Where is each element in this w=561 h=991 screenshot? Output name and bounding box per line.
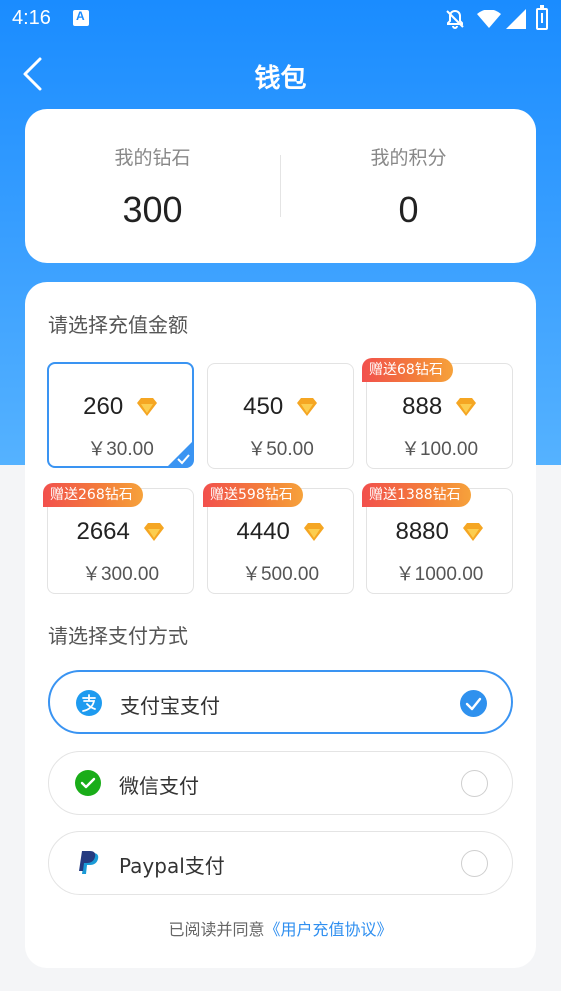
diamond-icon [143,522,164,541]
package-price: ￥50.00 [247,439,314,460]
wechat-pay-icon [75,770,101,796]
recharge-section-title: 请选择充值金额 [48,313,188,337]
package-amount: 888 [367,392,512,421]
payment-option-alipay[interactable]: 支付宝支付 [48,670,513,734]
package-amount: 260 [49,392,192,421]
package-amount-value: 4440 [236,517,290,545]
selected-check-icon [167,441,193,467]
package-amount-value: 2664 [76,517,130,545]
agreement-prefix: 已阅读并同意 [168,920,265,939]
package-price: ￥500.00 [241,564,320,585]
package-amount-value: 260 [83,392,124,420]
package-price: ￥300.00 [81,564,160,585]
recharge-card: 请选择充值金额 260 ￥30.00 450 ￥50.00 赠送68钻石 888… [25,282,536,968]
package-option-8880[interactable]: 赠送1388钻石 8880 ￥1000.00 [362,483,513,594]
diamonds-value: 300 [122,189,183,230]
paypal-icon [79,851,99,874]
diamond-icon [136,397,157,416]
payment-option-wechat[interactable]: 微信支付 [48,751,513,815]
notifications-off-icon [446,9,464,29]
page-title: 钱包 [254,64,307,94]
package-option-888[interactable]: 赠送68钻石 888 ￥100.00 [362,358,513,469]
recharge-agreement-link[interactable]: 《用户充值协议》 [265,920,393,939]
package-amount-value: 450 [243,392,284,420]
diamond-icon [303,522,324,541]
diamond-icon [455,397,476,416]
package-amount-value: 888 [402,392,443,420]
diamonds-stat: 我的钻石 300 [25,109,280,263]
app-notification-icon [73,9,89,26]
diamond-icon [296,397,317,416]
cell-signal-icon [506,9,526,29]
package-option-4440[interactable]: 赠送598钻石 4440 ￥500.00 [203,483,354,594]
agreement-text: 已阅读并同意《用户充值协议》 [25,916,536,940]
wifi-icon [477,10,501,28]
status-bar: 4:16 [0,0,561,38]
nav-bar: 钱包 [0,38,561,108]
diamond-icon [462,522,483,541]
payment-section-title: 请选择支付方式 [48,624,188,648]
package-price: ￥100.00 [400,439,479,460]
package-option-450[interactable]: 450 ￥50.00 [207,363,354,469]
points-value: 0 [398,189,419,230]
package-option-2664[interactable]: 赠送268钻石 2664 ￥300.00 [43,483,194,594]
diamonds-label: 我的钻石 [114,147,191,169]
battery-icon [536,5,548,30]
payment-label: 微信支付 [119,774,199,798]
points-label: 我的积分 [370,147,447,169]
package-price: ￥1000.00 [395,564,484,585]
package-amount: 2664 [48,517,193,546]
package-amount: 4440 [208,517,353,546]
bonus-badge: 赠送1388钻石 [362,483,471,507]
radio-unchecked-icon[interactable] [461,770,488,797]
radio-checked-icon[interactable] [460,690,487,717]
package-option-260[interactable]: 260 ￥30.00 [47,362,194,468]
bonus-badge: 赠送68钻石 [362,358,453,382]
package-amount: 8880 [367,517,512,546]
payment-option-paypal[interactable]: Paypal支付 [48,831,513,895]
points-stat: 我的积分 0 [281,109,536,263]
bonus-badge: 赠送268钻石 [43,483,143,507]
alipay-icon [76,690,102,716]
radio-unchecked-icon[interactable] [461,850,488,877]
wallet-summary-card: 我的钻石 300 我的积分 0 [25,109,536,263]
payment-label: Paypal支付 [119,854,225,878]
payment-label: 支付宝支付 [120,694,220,718]
status-time: 4:16 [12,7,51,29]
bonus-badge: 赠送598钻石 [203,483,303,507]
package-amount-value: 8880 [395,517,449,545]
package-amount: 450 [208,392,353,421]
